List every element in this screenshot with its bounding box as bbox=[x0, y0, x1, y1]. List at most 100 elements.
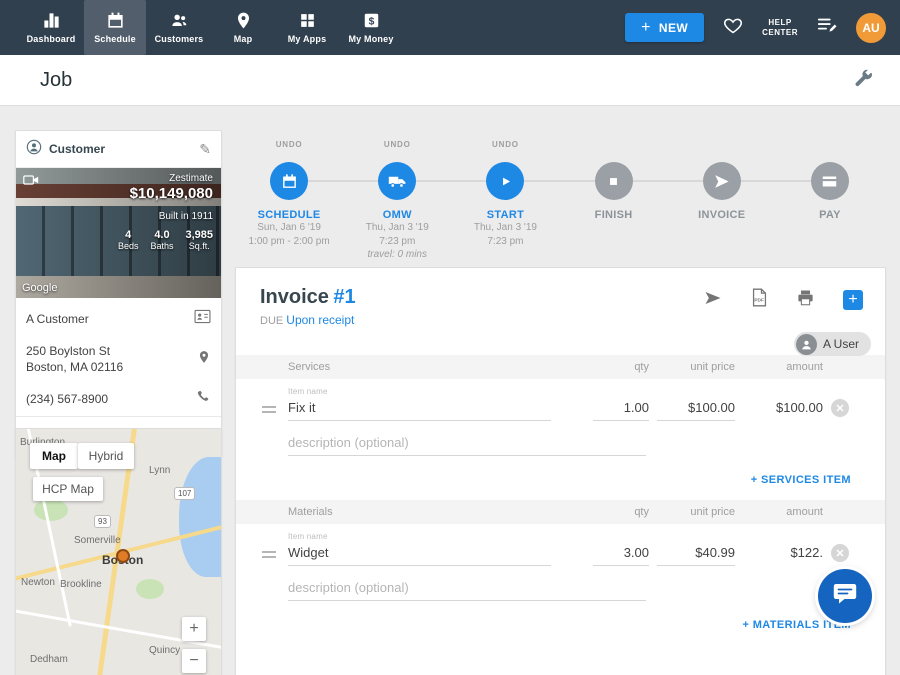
zoom-in-button[interactable]: + bbox=[182, 617, 206, 641]
material-description-row bbox=[236, 566, 885, 601]
amount-column-header: amount bbox=[743, 361, 823, 373]
step-label: INVOICE bbox=[698, 209, 745, 221]
send-step-icon[interactable] bbox=[703, 162, 741, 200]
nav-label: My Apps bbox=[288, 34, 327, 44]
chat-bubble-button[interactable] bbox=[818, 569, 872, 623]
customers-icon bbox=[170, 11, 189, 30]
services-header-band: Services qty unit price amount bbox=[236, 355, 885, 379]
undo-omw-button[interactable]: UNDO bbox=[384, 140, 411, 152]
undo-schedule-button[interactable]: UNDO bbox=[276, 140, 303, 152]
step-label: SCHEDULE bbox=[258, 209, 321, 221]
map-canvas[interactable]: 93 107 Burlington Lynn Somerville Boston… bbox=[16, 429, 221, 675]
finish-step-icon[interactable] bbox=[595, 162, 633, 200]
print-icon[interactable] bbox=[796, 289, 815, 312]
location-pin-icon[interactable] bbox=[197, 349, 211, 370]
help-line1: HELP bbox=[768, 18, 791, 28]
card-step-icon[interactable] bbox=[811, 162, 849, 200]
material-line-item: Item name $122. ✕ bbox=[236, 524, 885, 566]
hcp-map-button[interactable]: HCP Map bbox=[33, 477, 103, 501]
step-time: 7:23 pm bbox=[487, 235, 523, 249]
help-center-link[interactable]: HELP CENTER bbox=[762, 18, 798, 38]
customer-phone-row: (234) 567-8900 bbox=[16, 382, 221, 416]
invoice-actions: PDF + bbox=[703, 288, 863, 312]
step-date: Thu, Jan 3 '19 bbox=[474, 221, 537, 235]
chat-icon bbox=[832, 582, 858, 611]
invoice-title: Invoice bbox=[260, 286, 329, 308]
description-input[interactable] bbox=[288, 431, 646, 456]
add-materials-item-button[interactable]: + MATERIALS ITEM bbox=[236, 601, 885, 645]
remove-item-icon[interactable]: ✕ bbox=[831, 544, 849, 562]
beds-value: 4 bbox=[118, 229, 139, 241]
materials-header-band: Materials qty unit price amount bbox=[236, 500, 885, 524]
zestimate-value: $10,149,080 bbox=[118, 185, 213, 202]
description-input[interactable] bbox=[288, 576, 646, 601]
nav-item-my-apps[interactable]: My Apps bbox=[276, 0, 338, 55]
phone-icon[interactable] bbox=[196, 389, 211, 409]
heart-icon[interactable] bbox=[722, 15, 744, 40]
map-type-map-button[interactable]: Map bbox=[30, 443, 78, 469]
job-location-marker[interactable] bbox=[116, 549, 130, 563]
step-invoice: INVOICE bbox=[668, 140, 776, 262]
new-button[interactable]: + NEW bbox=[625, 13, 704, 42]
invoice-card: Invoice #1 DUE Upon receipt PDF + A User… bbox=[235, 267, 886, 675]
truck-step-icon[interactable] bbox=[378, 162, 416, 200]
highway-shield: 107 bbox=[174, 487, 195, 500]
contact-card-icon[interactable] bbox=[194, 309, 211, 329]
pdf-icon[interactable]: PDF bbox=[751, 288, 768, 312]
customer-phone: (234) 567-8900 bbox=[26, 391, 188, 407]
drag-handle[interactable] bbox=[262, 403, 276, 416]
avatar[interactable]: AU bbox=[856, 13, 886, 43]
line-amount: $100.00 bbox=[743, 400, 823, 421]
sqft-label: Sq.ft. bbox=[185, 241, 213, 251]
item-name-cell: Item name bbox=[260, 387, 585, 421]
zoom-out-button[interactable]: − bbox=[182, 649, 206, 673]
map-card: 93 107 Burlington Lynn Somerville Boston… bbox=[15, 428, 222, 675]
highway-shield: 93 bbox=[94, 515, 111, 528]
item-name-label: Item name bbox=[288, 387, 585, 396]
send-invoice-icon[interactable] bbox=[703, 289, 723, 312]
nav-item-customers[interactable]: Customers bbox=[148, 0, 210, 55]
undo-start-button[interactable]: UNDO bbox=[492, 140, 519, 152]
nav-item-schedule[interactable]: Schedule bbox=[84, 0, 146, 55]
step-schedule: UNDO SCHEDULE Sun, Jan 6 '19 1:00 pm - 2… bbox=[235, 140, 343, 262]
activity-feed-icon[interactable] bbox=[816, 15, 838, 40]
sqft-value: 3,985 bbox=[185, 229, 213, 241]
remove-item-icon[interactable]: ✕ bbox=[831, 399, 849, 417]
map-type-hybrid-button[interactable]: Hybrid bbox=[78, 443, 134, 469]
dashboard-icon bbox=[42, 11, 61, 30]
due-terms-link[interactable]: Upon receipt bbox=[286, 313, 354, 327]
customer-address: 250 Boylston St Boston, MA 02116 bbox=[26, 343, 189, 375]
unit-price-input[interactable] bbox=[657, 541, 735, 566]
nav-item-my-money[interactable]: $ My Money bbox=[340, 0, 402, 55]
add-icon[interactable]: + bbox=[843, 290, 863, 310]
schedule-step-icon[interactable] bbox=[270, 162, 308, 200]
invoice-header: Invoice #1 DUE Upon receipt PDF + A User bbox=[236, 268, 885, 327]
edit-pencil-icon[interactable]: ✎ bbox=[199, 141, 211, 158]
nav-item-dashboard[interactable]: Dashboard bbox=[20, 0, 82, 55]
customer-card: Customer ✎ Zestimate $10,149,080 Built i… bbox=[15, 130, 222, 458]
assigned-user-pill[interactable]: A User bbox=[794, 332, 871, 356]
address-line2: Boston, MA 02116 bbox=[26, 360, 123, 374]
streetview-camera-icon bbox=[23, 173, 39, 191]
map-label: Somerville bbox=[74, 535, 121, 546]
nav-label: Dashboard bbox=[27, 34, 76, 44]
play-step-icon[interactable] bbox=[486, 162, 524, 200]
due-label: DUE bbox=[260, 315, 283, 327]
plus-icon: + bbox=[641, 20, 651, 36]
qty-input[interactable] bbox=[593, 541, 649, 566]
nav-items: Dashboard Schedule Customers Map My Apps… bbox=[0, 0, 402, 55]
add-services-item-button[interactable]: + SERVICES ITEM bbox=[236, 456, 885, 500]
user-avatar-icon bbox=[796, 334, 817, 355]
step-date: Thu, Jan 3 '19 bbox=[366, 221, 429, 235]
unit-price-column-header: unit price bbox=[657, 361, 735, 373]
job-tools-icon[interactable] bbox=[852, 68, 874, 95]
nav-item-map[interactable]: Map bbox=[212, 0, 274, 55]
unit-price-input[interactable] bbox=[657, 396, 735, 421]
drag-handle[interactable] bbox=[262, 548, 276, 561]
customer-card-header: Customer ✎ bbox=[16, 131, 221, 168]
item-name-input[interactable] bbox=[288, 541, 551, 566]
qty-input[interactable] bbox=[593, 396, 649, 421]
item-name-input[interactable] bbox=[288, 396, 551, 421]
unit-price-column-header: unit price bbox=[657, 506, 735, 518]
customer-icon bbox=[26, 139, 42, 160]
